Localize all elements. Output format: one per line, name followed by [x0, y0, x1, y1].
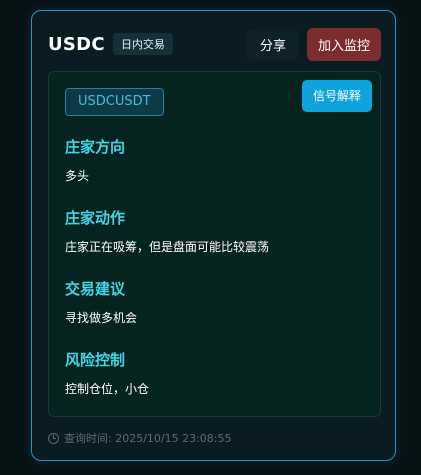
signal-panel: USDCUSDT 信号解释 庄家方向 多头 庄家动作 庄家正在吸筹，但是盘面可能… — [48, 71, 381, 417]
section-title: 庄家动作 — [65, 209, 126, 227]
section-dealer-action: 庄家动作 庄家正在吸筹，但是盘面可能比较震荡 — [65, 205, 364, 276]
query-time-text: 查询时间: 2025/10/15 23:08:55 — [64, 432, 232, 445]
coin-symbol: USDC — [48, 33, 105, 55]
signal-card: USDC 日内交易 分享 加入监控 USDCUSDT 信号解释 庄家方向 多头 … — [31, 10, 396, 461]
query-time-footer: 查询时间: 2025/10/15 23:08:55 — [48, 430, 232, 446]
section-title: 庄家方向 — [65, 138, 126, 156]
section-text: 寻找做多机会 — [65, 311, 138, 325]
clock-icon — [48, 432, 59, 444]
trading-pair-tag: USDCUSDT — [65, 88, 164, 116]
add-monitor-button[interactable]: 加入监控 — [306, 27, 381, 61]
section-dealer-direction: 庄家方向 多头 — [65, 134, 364, 205]
signal-sections: 庄家方向 多头 庄家动作 庄家正在吸筹，但是盘面可能比较震荡 交易建议 寻找做多… — [65, 134, 364, 418]
section-risk-control: 风险控制 控制仓位，小仓 — [65, 347, 364, 418]
section-title: 风险控制 — [65, 351, 126, 369]
section-title: 交易建议 — [65, 280, 126, 298]
section-trade-advice: 交易建议 寻找做多机会 — [65, 276, 364, 347]
signal-explain-button[interactable]: 信号解释 — [301, 80, 372, 112]
section-text: 庄家正在吸筹，但是盘面可能比较震荡 — [65, 240, 270, 254]
section-text: 控制仓位，小仓 — [65, 382, 150, 396]
share-button[interactable]: 分享 — [246, 28, 299, 60]
trade-mode-badge: 日内交易 — [112, 33, 173, 55]
card-header: USDC 日内交易 分享 加入监控 — [48, 27, 381, 61]
section-text: 多头 — [65, 169, 90, 183]
